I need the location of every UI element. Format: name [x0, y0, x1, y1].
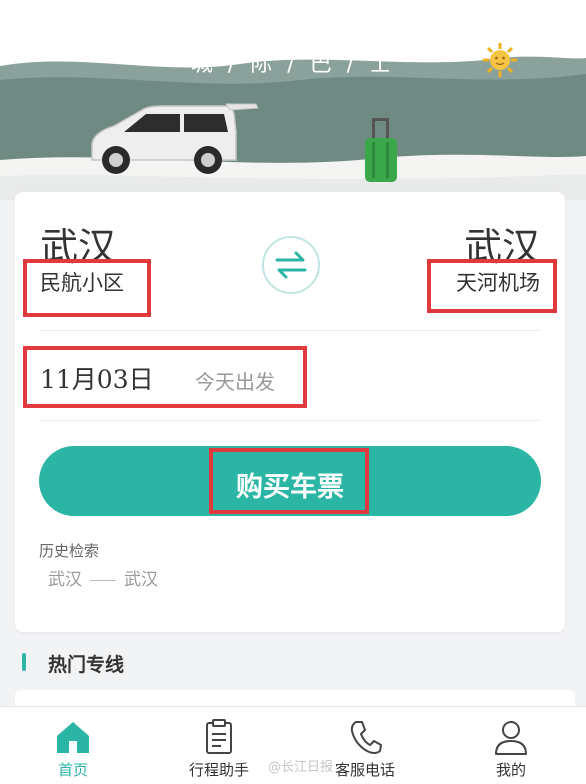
suitcase-illustration: [365, 118, 397, 182]
buy-button-highlight: [209, 448, 369, 514]
minivan-illustration: [91, 103, 259, 174]
to-station-highlight: [427, 259, 557, 313]
user-icon: [495, 721, 527, 755]
divider: [40, 330, 540, 331]
search-card: 武汉 民航小区 武汉 天河机场 11月03日 今天出发 购买车票 历史检索 武汉…: [15, 192, 565, 632]
swap-button[interactable]: [262, 236, 320, 294]
clipboard-icon: [206, 719, 232, 754]
hot-lines-title: 热门专线: [48, 654, 125, 676]
section-accent-bar: [22, 653, 26, 671]
watermark: @长江日报: [268, 760, 334, 775]
history-item[interactable]: 武汉 武汉: [48, 565, 158, 590]
swap-arrows-icon: [275, 251, 307, 279]
divider: [40, 420, 540, 421]
tab-profile[interactable]: 我的: [438, 707, 584, 784]
date-highlight: [23, 346, 307, 408]
history-separator: [90, 580, 116, 581]
sun-icon: [483, 43, 517, 77]
history-title: 历史检索: [39, 542, 100, 560]
header-banner: 城 / 际 / 巴 / 士: [0, 0, 586, 200]
home-icon: [57, 722, 89, 753]
history-from: 武汉: [48, 570, 82, 590]
history-to: 武汉: [124, 570, 158, 590]
tab-home[interactable]: 首页: [0, 707, 146, 784]
from-station-highlight: [23, 259, 151, 317]
tab-label: 我的: [495, 761, 526, 779]
phone-icon: [350, 721, 382, 754]
tab-label: 首页: [57, 761, 88, 779]
